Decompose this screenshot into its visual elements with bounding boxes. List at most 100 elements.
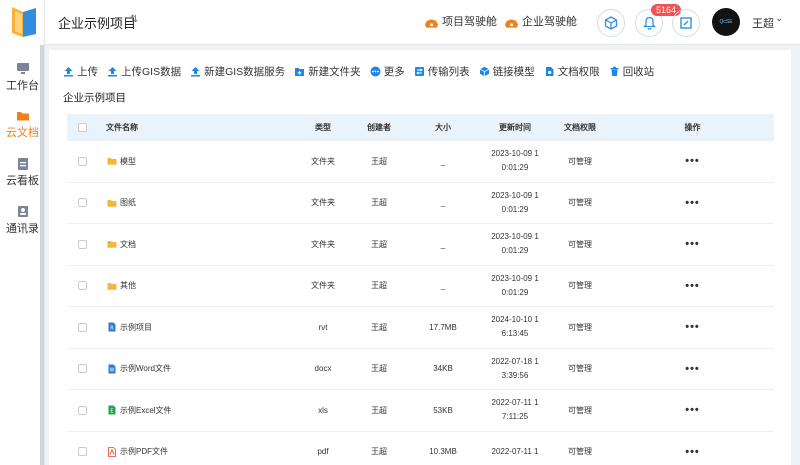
file-name[interactable]: 示例Word文件	[120, 363, 171, 374]
file-permission: 可管理	[568, 239, 592, 249]
file-name[interactable]: 图纸	[120, 197, 136, 208]
project-title[interactable]: 企业示例项目	[58, 13, 136, 32]
row-checkbox[interactable]	[77, 322, 87, 332]
upload-gis-button[interactable]: 上传GIS数据	[107, 64, 181, 79]
file-creator: 王超	[371, 156, 387, 166]
avatar[interactable]: QcSE	[712, 8, 740, 36]
upload-button[interactable]: 上传	[63, 64, 98, 79]
rvt-file-icon: R	[107, 322, 120, 332]
updated-line-2: 6:13:45	[501, 329, 529, 339]
sidebar-item-label: 工作台	[6, 80, 39, 92]
excel-file-icon: E	[107, 405, 120, 415]
project-cockpit-button[interactable]: 项目驾驶舱	[424, 13, 497, 29]
row-more-button[interactable]: •••	[685, 197, 700, 209]
fullscreen-button[interactable]	[672, 9, 700, 37]
username[interactable]: 王超	[752, 15, 774, 31]
breadcrumb[interactable]: 企业示例项目	[63, 90, 126, 105]
row-more-button[interactable]: •••	[685, 155, 700, 167]
file-updated: 2023-10-09 1 0:01:29	[481, 272, 549, 300]
file-creator: 王超	[371, 364, 387, 374]
row-more-button[interactable]: •••	[685, 363, 700, 375]
contact-icon	[17, 206, 28, 217]
doc-permission-button[interactable]: 文档权限	[544, 64, 600, 79]
doc-permission-label: 文档权限	[557, 65, 600, 78]
file-type: 文件夹	[311, 239, 335, 249]
file-table: 文件名称 类型 创建者 大小 更新时间 文档权限 操作 模型 文件夹 王超 _ …	[67, 114, 774, 465]
enterprise-cockpit-button[interactable]: 企业驾驶舱	[504, 13, 577, 29]
select-all-checkbox[interactable]	[77, 123, 87, 132]
row-checkbox[interactable]	[77, 239, 87, 249]
switch-project-icon[interactable]: ⇅	[130, 14, 138, 25]
row-checkbox[interactable]	[77, 405, 87, 415]
file-permission: 可管理	[568, 281, 592, 291]
row-checkbox[interactable]	[77, 198, 87, 208]
new-folder-icon	[295, 67, 305, 76]
doc-permission-icon	[545, 66, 554, 76]
file-name[interactable]: 模型	[120, 156, 136, 167]
row-more-button[interactable]: •••	[685, 321, 700, 333]
row-checkbox[interactable]	[77, 281, 87, 291]
table-row[interactable]: 示例PDF文件 pdf 王超 10.3MB 2022-07-11 1 可管理 •…	[67, 432, 774, 465]
file-name[interactable]: 示例PDF文件	[120, 446, 168, 457]
cockpit-icon	[505, 19, 518, 28]
link-model-label: 链接模型	[492, 65, 535, 78]
file-toolbar: 上传 上传GIS数据 新建GIS数据服务 新建文件夹 更多 传输列表 链接模型 …	[63, 64, 663, 78]
file-creator: 王超	[371, 198, 387, 208]
file-updated: 2022-07-11 1 7:11:25	[481, 396, 549, 424]
row-checkbox[interactable]	[77, 156, 87, 166]
row-more-button[interactable]: •••	[685, 280, 700, 292]
sidebar-item-label: 通讯录	[6, 223, 39, 235]
avatar-text: QcSE	[719, 19, 733, 25]
sidebar-scrollbar[interactable]	[40, 45, 44, 465]
sidebar-item-workbench[interactable]: 工作台	[0, 62, 45, 93]
file-name[interactable]: 文档	[120, 239, 136, 250]
file-creator: 王超	[371, 405, 387, 415]
transfer-list-label: 传输列表	[427, 65, 470, 78]
new-gis-service-icon	[191, 66, 201, 76]
sidebar-item-contacts[interactable]: 通讯录	[0, 205, 45, 236]
table-body: 模型 文件夹 王超 _ 2023-10-09 1 0:01:29 可管理 •••…	[67, 141, 774, 465]
file-updated: 2023-10-09 1 0:01:29	[481, 147, 549, 175]
folder-icon	[107, 281, 120, 291]
bell-icon	[642, 16, 656, 30]
table-row[interactable]: E 示例Excel文件 xls 王超 53KB 2022-07-11 1 7:1…	[67, 390, 774, 432]
row-more-button[interactable]: •••	[685, 404, 700, 416]
table-row[interactable]: R 示例项目 rvt 王超 17.7MB 2024-10-10 1 6:13:4…	[67, 307, 774, 349]
sidebar-item-cloud-board[interactable]: 云看板	[0, 157, 45, 188]
project-cockpit-label: 项目驾驶舱	[442, 16, 497, 28]
svg-text:E: E	[110, 409, 113, 415]
new-folder-button[interactable]: 新建文件夹	[294, 64, 361, 79]
more-button[interactable]: 更多	[370, 64, 405, 79]
file-name[interactable]: 其他	[120, 280, 136, 291]
table-row[interactable]: W 示例Word文件 docx 王超 34KB 2022-07-18 1 3:3…	[67, 349, 774, 390]
file-size: _	[440, 281, 446, 291]
table-row[interactable]: 文档 文件夹 王超 _ 2023-10-09 1 0:01:29 可管理 •••	[67, 224, 774, 266]
table-row[interactable]: 模型 文件夹 王超 _ 2023-10-09 1 0:01:29 可管理 •••	[67, 141, 774, 183]
transfer-icon	[414, 66, 424, 76]
file-creator: 王超	[371, 239, 387, 249]
row-more-button[interactable]: •••	[685, 238, 700, 250]
table-row[interactable]: 图纸 文件夹 王超 _ 2023-10-09 1 0:01:29 可管理 •••	[67, 183, 774, 224]
row-checkbox[interactable]	[77, 447, 87, 457]
file-updated: 2023-10-09 1 0:01:29	[481, 189, 549, 217]
row-checkbox[interactable]	[77, 364, 87, 374]
row-more-button[interactable]: •••	[685, 446, 700, 458]
chevron-down-icon[interactable]: ⌄	[775, 13, 783, 24]
header-operation: 操作	[684, 123, 701, 132]
new-gis-service-button[interactable]: 新建GIS数据服务	[190, 64, 285, 79]
file-permission: 可管理	[568, 156, 592, 166]
link-model-button[interactable]: 链接模型	[479, 64, 535, 79]
file-type: pdf	[317, 447, 329, 457]
file-name[interactable]: 示例Excel文件	[120, 405, 172, 416]
transfer-list-button[interactable]: 传输列表	[414, 64, 470, 79]
sidebar-item-cloud-docs[interactable]: 云文档	[0, 109, 45, 140]
file-name[interactable]: 示例项目	[120, 322, 152, 333]
app-center-button[interactable]	[597, 9, 625, 37]
updated-line-1: 2023-10-09 1	[491, 190, 539, 200]
file-creator: 王超	[371, 322, 387, 332]
file-type: rvt	[318, 322, 328, 332]
recycle-bin-button[interactable]: 回收站	[609, 64, 654, 79]
table-row[interactable]: 其他 文件夹 王超 _ 2023-10-09 1 0:01:29 可管理 •••	[67, 266, 774, 307]
app-logo-icon[interactable]	[9, 5, 39, 39]
updated-line-2: 0:01:29	[501, 246, 529, 256]
